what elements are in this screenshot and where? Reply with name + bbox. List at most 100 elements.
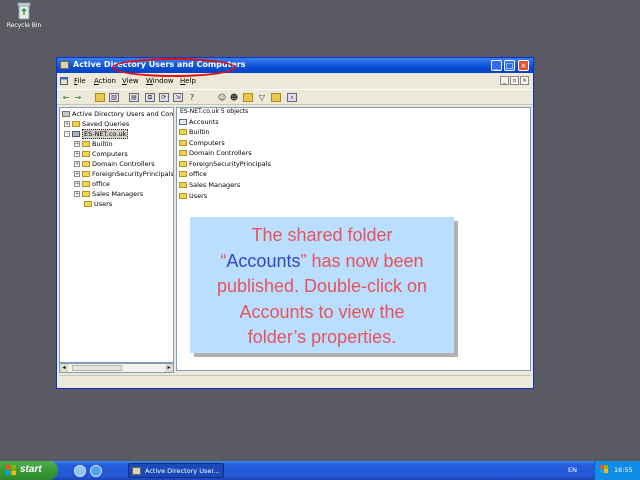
highlight-oval: [112, 58, 236, 77]
back-arrow-icon[interactable]: ←: [61, 93, 71, 102]
copy-icon[interactable]: ⧉: [145, 93, 155, 102]
mmc-taskbar-icon: [132, 467, 141, 475]
aduc-root-icon: [62, 111, 70, 117]
start-label: start: [20, 464, 42, 475]
list-item-accounts[interactable]: Accounts: [179, 118, 219, 128]
scroll-left-arrow-icon[interactable]: ◂: [60, 364, 68, 372]
expand-icon[interactable]: +: [64, 121, 70, 127]
list-item-builtin[interactable]: Builtin: [179, 128, 210, 138]
clock[interactable]: 16:55: [614, 466, 633, 474]
recycle-bin-shortcut[interactable]: Recycle Bin: [4, 0, 44, 29]
close-button[interactable]: ×: [518, 60, 529, 71]
tree-item-domain-controllers[interactable]: + Domain Controllers: [74, 160, 155, 170]
tree-horizontal-scrollbar[interactable]: ◂ ▸: [59, 363, 174, 373]
callout-line-4: Accounts to view the: [239, 301, 405, 322]
forward-arrow-icon[interactable]: →: [73, 93, 83, 102]
export-list-icon[interactable]: ⇲: [173, 93, 183, 102]
new-user-icon[interactable]: ☺: [217, 93, 227, 102]
menu-view[interactable]: View: [122, 77, 139, 85]
scroll-right-arrow-icon[interactable]: ▸: [165, 364, 173, 372]
mdi-minimize-button[interactable]: _: [500, 76, 509, 85]
find-icon[interactable]: ⌕: [287, 93, 297, 102]
folder-icon: [179, 161, 187, 167]
status-bar: [59, 375, 531, 388]
ou-folder-icon: [179, 171, 187, 177]
menu-bar: File Action View Window Help _ ▫ ×: [57, 74, 533, 88]
mmc-app-icon: [60, 61, 69, 69]
menu-file[interactable]: File: [74, 77, 86, 85]
list-item-office[interactable]: office: [179, 170, 207, 180]
console-tree[interactable]: Active Directory Users and Comp + Saved Q…: [59, 107, 174, 363]
quicklaunch-desktop-icon[interactable]: [74, 465, 86, 477]
expand-icon[interactable]: +: [74, 151, 80, 157]
list-item-sales-managers[interactable]: Sales Managers: [179, 181, 240, 191]
list-item-domain-controllers[interactable]: Domain Controllers: [179, 149, 252, 159]
mdi-close-button[interactable]: ×: [520, 76, 529, 85]
folder-icon: [82, 141, 90, 147]
list-item-users[interactable]: Users: [179, 192, 207, 202]
tree-item-domain[interactable]: - ES-NET.co.uk: [64, 129, 129, 140]
minimize-button[interactable]: _: [491, 60, 502, 71]
expand-icon[interactable]: +: [74, 191, 80, 197]
folder-icon: [72, 121, 80, 127]
list-item-foreign-security-principals[interactable]: ForeignSecurityPrincipals: [179, 160, 271, 170]
ou-folder-icon: [179, 150, 187, 156]
domain-icon: [72, 131, 80, 137]
folder-icon: [179, 193, 187, 199]
new-ou-icon[interactable]: [243, 93, 253, 102]
mdi-restore-button[interactable]: ▫: [510, 76, 519, 85]
collapse-icon[interactable]: -: [64, 131, 70, 137]
ou-folder-icon: [82, 181, 90, 187]
expand-icon[interactable]: +: [74, 181, 80, 187]
help-icon[interactable]: ?: [187, 93, 197, 102]
refresh-icon[interactable]: ⟳: [159, 93, 169, 102]
console-window-icon[interactable]: [60, 77, 68, 85]
recycle-bin-label: Recycle Bin: [6, 22, 42, 29]
properties-icon[interactable]: ▤: [129, 93, 139, 102]
list-item-computers[interactable]: Computers: [179, 139, 225, 149]
menu-action[interactable]: Action: [94, 77, 116, 85]
quicklaunch-ie-icon[interactable]: [90, 465, 102, 477]
tree-item-foreign-security-principals[interactable]: + ForeignSecurityPrincipals: [74, 170, 173, 180]
callout-highlight-accounts: Accounts: [226, 250, 301, 271]
tree-item-sales-managers[interactable]: + Sales Managers: [74, 190, 143, 200]
callout-line-2: “Accounts” has now been: [220, 250, 424, 271]
tree-item-builtin[interactable]: + Builtin: [74, 140, 113, 150]
toolbar: ← → ▥ ▤ ⧉ ⟳ ⇲ ? ☺ ☻ ▽ ⌕: [57, 89, 533, 105]
folder-icon: [84, 201, 92, 207]
ou-folder-icon: [179, 182, 187, 188]
menu-help[interactable]: Help: [180, 77, 196, 85]
scroll-thumb[interactable]: [72, 365, 122, 371]
expand-icon[interactable]: +: [74, 141, 80, 147]
tray-flag-icon[interactable]: [600, 465, 608, 473]
maximize-button[interactable]: □: [504, 60, 515, 71]
language-indicator[interactable]: EN: [568, 466, 577, 474]
tree-item-office[interactable]: + office: [74, 180, 110, 190]
ou-folder-icon: [82, 191, 90, 197]
new-group-icon[interactable]: ☻: [229, 93, 239, 102]
ou-folder-icon: [82, 161, 90, 167]
start-button[interactable]: start: [0, 461, 58, 480]
show-hide-tree-icon[interactable]: ▥: [109, 93, 119, 102]
taskbar-button-aduc[interactable]: Active Directory User...: [128, 463, 224, 478]
folder-icon: [179, 140, 187, 146]
expand-icon[interactable]: +: [74, 161, 80, 167]
folder-icon: [179, 129, 187, 135]
callout-line-5: folder’s properties.: [247, 327, 397, 347]
menu-window[interactable]: Window: [146, 77, 174, 85]
callout-line-3: published. Double-click on: [216, 276, 428, 296]
up-folder-icon[interactable]: [95, 93, 105, 102]
filter-icon[interactable]: ▽: [257, 93, 267, 102]
add-to-group-icon[interactable]: [271, 93, 281, 102]
tutorial-callout: The shared folder “Accounts” has now bee…: [190, 217, 454, 353]
tree-root[interactable]: Active Directory Users and Comp: [62, 110, 173, 120]
recycle-bin-icon: [16, 2, 32, 20]
details-pane-header: ES-NET.co.uk 5 objects: [180, 108, 249, 115]
shared-folder-icon: [179, 119, 187, 125]
tree-item-computers[interactable]: + Computers: [74, 150, 128, 160]
folder-icon: [82, 171, 90, 177]
expand-icon[interactable]: +: [74, 171, 80, 177]
tree-item-users[interactable]: Users: [84, 200, 112, 210]
windows-logo-icon: [6, 465, 16, 475]
callout-line-1: The shared folder: [251, 225, 393, 245]
